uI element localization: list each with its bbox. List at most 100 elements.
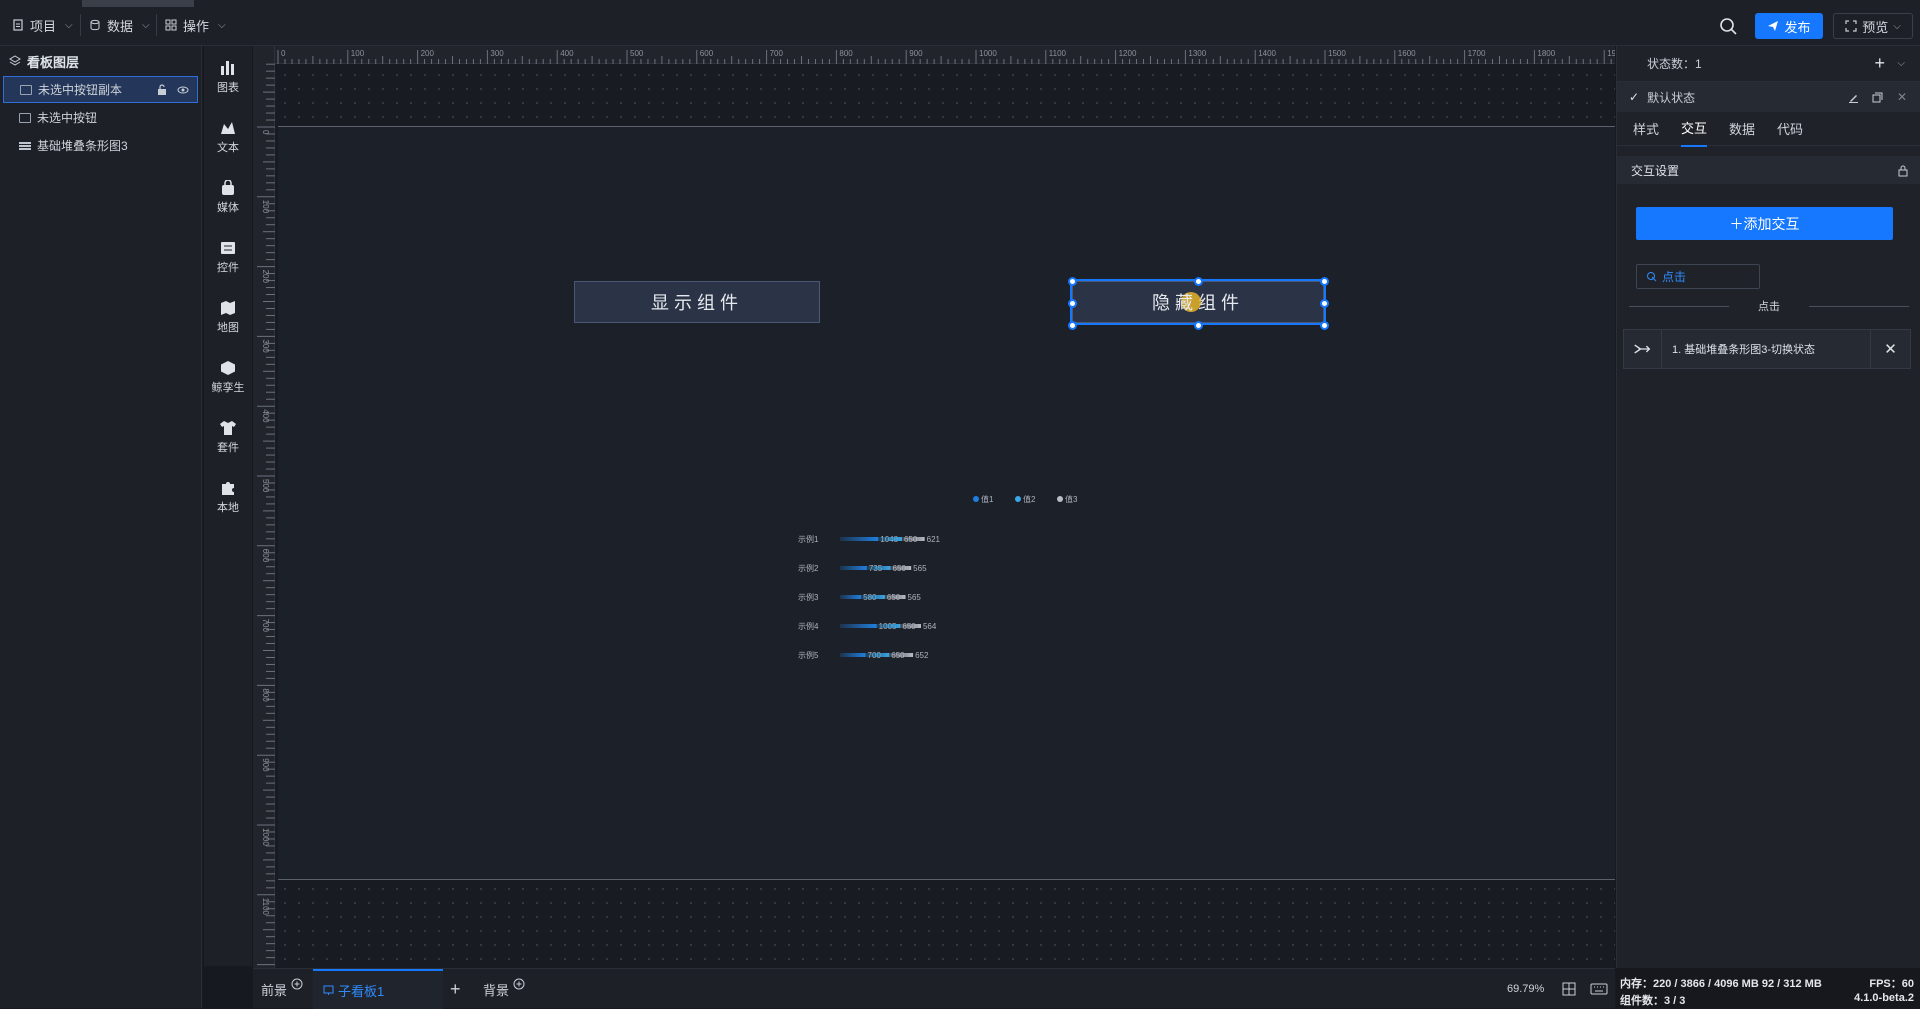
operation-menu-label: 操作 [183, 16, 209, 35]
interaction-action-row[interactable]: 1. 基础堆叠条形图3-切换状态 ✕ [1623, 329, 1911, 369]
dashboard-board[interactable]: 显示组件 隐 藏 组件 值1值2值3示例11048650621示例2735650… [278, 126, 1615, 880]
hide-label-part: 组件 [1198, 289, 1244, 315]
chevron-down-icon[interactable]: ⌵ [1893, 21, 1901, 32]
tab-interaction[interactable]: 交互 [1681, 110, 1707, 147]
category-label: 示例3 [798, 592, 819, 602]
resize-handle[interactable] [1068, 277, 1077, 286]
chevron-down-icon[interactable]: ⌵ [1897, 58, 1905, 69]
resize-handle[interactable] [1068, 321, 1077, 330]
layer-item-label: 基础堆叠条形图3 [37, 137, 128, 154]
bar-segment [840, 624, 877, 628]
resize-handle[interactable] [1320, 277, 1329, 286]
ruler-label: 100 [261, 200, 270, 214]
tab-style[interactable]: 样式 [1633, 111, 1659, 146]
add-interaction-button[interactable]: ＋添加交互 [1636, 207, 1893, 240]
tool-twin[interactable]: 鲸孪生 [204, 352, 252, 402]
ruler-label: 1100 [261, 898, 270, 916]
ruler-label: 200 [421, 49, 435, 58]
button-layer-icon [20, 85, 32, 95]
layer-item[interactable]: 未选中按钮副本 [3, 76, 198, 103]
layer-item[interactable]: 未选中按钮 [3, 104, 198, 131]
ruler-label: 600 [700, 49, 714, 58]
tab-label: 子看板1 [338, 981, 384, 1000]
bar-segment [877, 624, 901, 628]
fit-screen-button[interactable] [1562, 969, 1576, 1009]
search-button[interactable] [1717, 15, 1739, 37]
tool-text[interactable]: 文本 [204, 112, 252, 162]
tool-map[interactable]: 地图 [204, 292, 252, 342]
ruler-label: 0 [261, 130, 270, 135]
zoom-level[interactable]: 69.79% [1507, 969, 1544, 1009]
tab-background[interactable]: 背景 [483, 969, 525, 1009]
tool-local[interactable]: 本地 [204, 472, 252, 522]
resize-handle[interactable] [1194, 277, 1203, 286]
tab-code[interactable]: 代码 [1777, 111, 1803, 146]
layer-item[interactable]: 基础堆叠条形图3 [3, 132, 198, 159]
copy-icon[interactable] [1872, 92, 1883, 103]
version-label: 4.1.0-beta.2 [1854, 992, 1914, 1004]
ruler-label: 100 [351, 49, 365, 58]
hide-label-part: 藏 [1175, 289, 1198, 315]
bar-segment [891, 566, 912, 570]
canvas-area[interactable]: 0100200300400500600700800900100011001200… [253, 46, 1615, 968]
ruler-label: 1900 [1607, 49, 1615, 58]
tool-kit[interactable]: 套件 [204, 412, 252, 462]
preview-button[interactable]: 预览 ⌵ [1833, 13, 1913, 39]
show-component-button[interactable]: 显示组件 [574, 281, 820, 323]
data-menu[interactable]: 数据⌵ [89, 16, 150, 34]
add-circle-icon[interactable] [513, 978, 525, 990]
add-board-button[interactable]: + [450, 969, 461, 1009]
bar-segment [902, 537, 925, 541]
bar-segment [840, 595, 861, 599]
vertical-ruler-ticks: 0100200300400500600700800900100011001200 [253, 46, 275, 968]
category-label: 示例5 [798, 650, 819, 660]
bar-chart-layer-icon [19, 141, 31, 151]
add-circle-icon[interactable] [291, 978, 303, 990]
map-icon [219, 300, 237, 316]
unlock-icon[interactable] [156, 84, 168, 96]
ruler-label: 0 [281, 49, 286, 58]
ruler-label: 1400 [1258, 49, 1276, 58]
resize-handle[interactable] [1320, 321, 1329, 330]
layer-panel-title: 看板图层 [27, 52, 79, 71]
publish-button[interactable]: 发布 [1755, 13, 1823, 39]
project-menu[interactable]: 项目⌵ [12, 16, 73, 34]
data-label: 565 [913, 564, 927, 573]
resize-handle[interactable] [1194, 321, 1203, 330]
tool-label: 控件 [217, 259, 239, 275]
tool-media[interactable]: 媒体 [204, 172, 252, 222]
keyboard-button[interactable] [1590, 969, 1608, 1009]
eye-icon[interactable] [177, 84, 189, 96]
operation-menu[interactable]: 操作⌵ [165, 16, 226, 34]
bar-segment [840, 653, 866, 657]
control-icon [219, 240, 237, 256]
show-component-label: 显示组件 [651, 289, 743, 315]
remove-action-icon[interactable]: ✕ [1870, 329, 1910, 369]
default-state-row[interactable]: ✓ 默认状态 ✕ [1617, 82, 1920, 112]
edit-icon[interactable] [1848, 92, 1859, 103]
send-icon [1767, 20, 1779, 32]
search-icon [1717, 15, 1739, 37]
tab-foreground[interactable]: 前景 [261, 969, 303, 1009]
bar-chart-icon [219, 60, 237, 76]
bar-segment [866, 653, 890, 657]
lock-icon[interactable] [1897, 164, 1909, 177]
layer-item-label: 未选中按钮 [37, 109, 97, 126]
close-icon[interactable]: ✕ [1897, 90, 1907, 104]
legend-label: 值2 [1023, 494, 1036, 504]
ruler-label: 900 [261, 758, 270, 772]
resize-handle[interactable] [1320, 299, 1329, 308]
chevron-down-icon: ⌵ [142, 20, 150, 31]
tool-chart[interactable]: 图表 [204, 52, 252, 102]
action-route-icon [1624, 329, 1662, 369]
tool-control[interactable]: 控件 [204, 232, 252, 282]
ruler-label: 200 [261, 270, 270, 284]
stacked-bar-chart[interactable]: 值1值2值3示例11048650621示例2735650565示例3580650… [798, 487, 1098, 677]
trigger-click-chip[interactable]: 点击 [1636, 264, 1760, 289]
bar-segment [840, 566, 867, 570]
tab-subboard[interactable]: 子看板1 [313, 969, 443, 1009]
add-state-button[interactable]: + [1874, 53, 1885, 74]
tab-data[interactable]: 数据 [1729, 111, 1755, 146]
resize-handle[interactable] [1068, 299, 1077, 308]
ruler-label: 1100 [1049, 49, 1067, 58]
